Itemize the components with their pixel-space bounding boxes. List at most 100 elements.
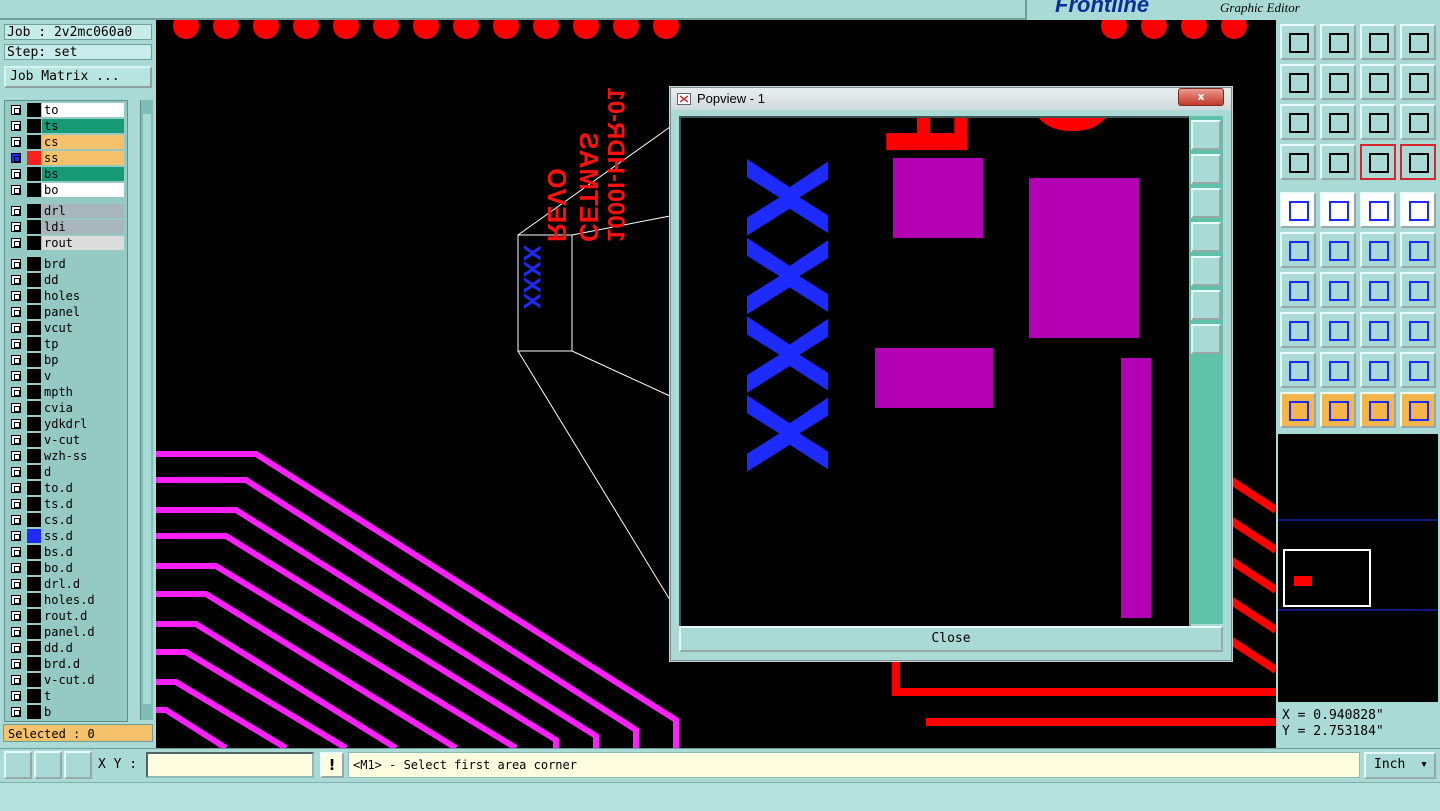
layer-color-swatch[interactable]	[27, 609, 41, 623]
help-icon[interactable]	[1400, 104, 1436, 140]
layer-checkbox[interactable]	[11, 563, 21, 573]
layer-checkbox[interactable]	[11, 105, 21, 115]
layer-row[interactable]: v	[7, 369, 125, 383]
layer-row[interactable]: drl.d	[7, 577, 125, 591]
close-button[interactable]: Close	[679, 626, 1223, 652]
layer-checkbox[interactable]	[11, 403, 21, 413]
job-matrix-button[interactable]: Job Matrix ...	[4, 66, 152, 88]
layer-row[interactable]: holes	[7, 289, 125, 303]
layer-row[interactable]: panel.d	[7, 625, 125, 639]
layer-checkbox[interactable]	[11, 627, 21, 637]
pad-icon[interactable]	[1280, 192, 1316, 228]
layer-checkbox[interactable]	[11, 307, 21, 317]
circle-pad-icon[interactable]	[1400, 192, 1436, 228]
layer-color-swatch[interactable]	[27, 417, 41, 431]
arc-cross-icon[interactable]	[1400, 352, 1436, 388]
layer-row[interactable]: v-cut	[7, 433, 125, 447]
layer-color-swatch[interactable]	[27, 689, 41, 703]
layer-name[interactable]: ydkdrl	[42, 417, 124, 431]
layer-checkbox[interactable]	[11, 185, 21, 195]
layer-color-swatch[interactable]	[27, 705, 41, 719]
line-icon[interactable]	[1320, 192, 1356, 228]
layer-row[interactable]: ldi	[7, 220, 125, 234]
layer-checkbox[interactable]	[11, 483, 21, 493]
layer-color-swatch[interactable]	[27, 497, 41, 511]
layer-name[interactable]: drl	[42, 204, 124, 218]
layer-checkbox[interactable]	[11, 643, 21, 653]
layer-color-swatch[interactable]	[27, 465, 41, 479]
layer-row[interactable]: bp	[7, 353, 125, 367]
layer-name[interactable]: t	[42, 689, 124, 703]
redo-icon[interactable]	[1400, 64, 1436, 100]
layer-checkbox[interactable]	[11, 515, 21, 525]
popview-up-icon[interactable]	[1191, 154, 1221, 184]
layer-name[interactable]: mpth	[42, 385, 124, 399]
layer-name[interactable]: dd	[42, 273, 124, 287]
layer-row[interactable]: ts.d	[7, 497, 125, 511]
layer-color-swatch[interactable]	[27, 625, 41, 639]
layer-name[interactable]: rout	[42, 236, 124, 250]
layer-row[interactable]: tp	[7, 337, 125, 351]
layer-checkbox[interactable]	[11, 323, 21, 333]
triangle-up-icon[interactable]	[1320, 352, 1356, 388]
layer-name[interactable]: b	[42, 705, 124, 719]
layer-name[interactable]: ldi	[42, 220, 124, 234]
layer-checkbox[interactable]	[11, 435, 21, 445]
layer-color-swatch[interactable]	[27, 289, 41, 303]
layer-checkbox[interactable]	[11, 371, 21, 381]
layer-name[interactable]: dd.d	[42, 641, 124, 655]
layer-row[interactable]: bo	[7, 183, 125, 197]
xy-input[interactable]	[146, 752, 314, 778]
layer-checkbox[interactable]	[11, 238, 21, 248]
layer-color-swatch[interactable]	[27, 220, 41, 234]
select-box-icon[interactable]	[1320, 392, 1356, 428]
layer-row[interactable]: bo.d	[7, 561, 125, 575]
layer-name[interactable]: v-cut	[42, 433, 124, 447]
layer-color-swatch[interactable]	[27, 236, 41, 250]
layer-name[interactable]: cs	[42, 135, 124, 149]
layer-checkbox[interactable]	[11, 547, 21, 557]
zoom-fit-icon[interactable]	[1400, 24, 1436, 60]
layer-row[interactable]: brd	[7, 257, 125, 271]
layer-row[interactable]: ts	[7, 119, 125, 133]
layer-name[interactable]: cvia	[42, 401, 124, 415]
layer-name[interactable]: to	[42, 103, 124, 117]
layer-row[interactable]: cs	[7, 135, 125, 149]
snap-mode-icon[interactable]	[4, 751, 32, 779]
layer-name[interactable]: ss.d	[42, 529, 124, 543]
layer-row[interactable]: ydkdrl	[7, 417, 125, 431]
resize-icon[interactable]	[1360, 312, 1396, 348]
move-icon[interactable]	[1280, 312, 1316, 348]
fit-screen-icon[interactable]	[1280, 104, 1316, 140]
center-icon[interactable]	[1320, 104, 1356, 140]
popview-center-icon[interactable]	[1191, 324, 1221, 354]
layer-row[interactable]: cvia	[7, 401, 125, 415]
diagonal-icon[interactable]	[1320, 272, 1356, 308]
angle-icon[interactable]	[1280, 272, 1316, 308]
layer-list-scrollbar[interactable]	[140, 100, 153, 720]
layer-row[interactable]: cs.d	[7, 513, 125, 527]
layer-color-swatch[interactable]	[27, 103, 41, 117]
layer-row[interactable]: dd	[7, 273, 125, 287]
layer-checkbox[interactable]	[11, 259, 21, 269]
layer-color-swatch[interactable]	[27, 513, 41, 527]
traffic-light-icon[interactable]	[1360, 144, 1396, 180]
layer-row[interactable]: vcut	[7, 321, 125, 335]
popview-down-icon[interactable]	[1191, 188, 1221, 218]
layer-name[interactable]: brd.d	[42, 657, 124, 671]
layer-color-swatch[interactable]	[27, 337, 41, 351]
layer-name[interactable]: panel.d	[42, 625, 124, 639]
layer-color-swatch[interactable]	[27, 385, 41, 399]
layer-name[interactable]: bs.d	[42, 545, 124, 559]
layer-color-swatch[interactable]	[27, 273, 41, 287]
popview-titlebar[interactable]: Popview - 1 x	[671, 88, 1231, 110]
arc-icon[interactable]	[1360, 352, 1396, 388]
layer-color-swatch[interactable]	[27, 183, 41, 197]
snap-point-icon[interactable]	[1400, 232, 1436, 268]
measure-icon[interactable]	[1320, 144, 1356, 180]
select-icon[interactable]	[1280, 392, 1316, 428]
layer-name[interactable]: d	[42, 465, 124, 479]
snap-icon[interactable]	[1360, 232, 1396, 268]
layer-row[interactable]: holes.d	[7, 593, 125, 607]
units-select[interactable]: Inch ▾	[1364, 752, 1436, 779]
